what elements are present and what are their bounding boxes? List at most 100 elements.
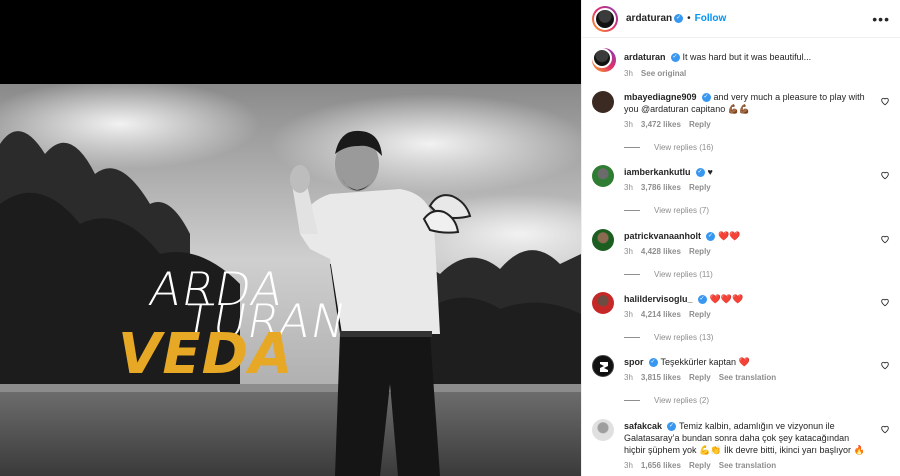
comment-meta: 3h 1,656 likes Reply See translation (624, 461, 890, 470)
comment-text: ❤️❤️ (718, 231, 741, 241)
commenter-avatar[interactable] (592, 419, 614, 441)
view-replies-label: View replies (7) (654, 206, 709, 215)
comment-item: safakcak ✓ Temiz kalbin, adamlığın ve vizy… (592, 419, 890, 470)
comment-text: Teşekkürler kaptan ❤️ (660, 357, 750, 367)
view-replies-button[interactable]: View replies (13) (624, 333, 890, 342)
avatar-image (594, 7, 616, 30)
comment-likes[interactable]: 3,815 likes (641, 373, 681, 382)
comment-item: spor ✓ Teşekkürler kaptan ❤️ 3h 3,815 like… (592, 355, 890, 405)
commenter-avatar[interactable] (592, 165, 614, 187)
comment-time: 3h (624, 310, 633, 319)
avatar-image (592, 48, 612, 68)
replies-line (624, 400, 640, 401)
see-translation-link[interactable]: See translation (719, 461, 776, 470)
comment-body: iamberkankutlu ✓ ♥ (624, 165, 890, 178)
comment-username[interactable]: mbayediagne909 (624, 92, 697, 102)
replies-line (624, 147, 640, 148)
comment-body: halildervisoglu_ ✓ ❤️❤️❤️ (624, 292, 890, 305)
comment-username[interactable]: spor (624, 357, 644, 367)
comment-username[interactable]: halildervisoglu_ (624, 294, 693, 304)
comment-body: mbayediagne909 ✓ and very much a pleasure … (624, 91, 890, 115)
verified-badge-icon: ✓ (674, 14, 684, 23)
replies-line (624, 210, 640, 211)
comment-item: halildervisoglu_ ✓ ❤️❤️❤️ 3h 4,214 likes R… (592, 292, 890, 342)
comment-text: ♥ (707, 167, 713, 177)
post-caption: ardaturan ✓ It was hard but it was beautif… (592, 48, 890, 78)
view-replies-button[interactable]: View replies (7) (624, 206, 890, 215)
commenter-avatar[interactable] (592, 292, 614, 314)
comment-meta: 3h 3,815 likes Reply See translation (624, 373, 890, 382)
verified-badge-icon: ✓ (706, 232, 716, 242)
heart-outline-icon[interactable] (880, 360, 890, 370)
comment-item: patrickvanaanholt ✓ ❤️❤️ 3h 4,428 likes Re… (592, 229, 890, 279)
comment-time: 3h (624, 247, 633, 256)
verified-badge-icon: ✓ (670, 53, 680, 63)
comment-likes[interactable]: 3,472 likes (641, 120, 681, 129)
heart-outline-icon[interactable] (880, 234, 890, 244)
reply-button[interactable]: Reply (689, 183, 711, 192)
comment-likes[interactable]: 3,786 likes (641, 183, 681, 192)
post-sidebar: ardaturan ✓ • Follow ••• ardaturan ✓ It wa… (581, 0, 900, 476)
photo-illustration (0, 84, 581, 476)
caption-avatar[interactable] (592, 48, 616, 72)
caption-body: ardaturan ✓ It was hard but it was beautif… (624, 48, 890, 63)
follow-button[interactable]: Follow (695, 13, 727, 24)
verified-badge-icon: ✓ (695, 168, 705, 178)
comments-list[interactable]: ardaturan ✓ It was hard but it was beautif… (582, 39, 900, 476)
comment-meta: 3h 4,428 likes Reply (624, 247, 890, 256)
reply-button[interactable]: Reply (689, 310, 711, 319)
author-avatar[interactable] (592, 5, 618, 32)
post-photo: ARDA TURAN VEDA (0, 84, 581, 476)
heart-outline-icon[interactable] (880, 297, 890, 307)
post-header: ardaturan ✓ • Follow ••• (582, 0, 900, 38)
comment-time: 3h (624, 373, 633, 382)
see-original-link[interactable]: See original (641, 69, 686, 78)
commenter-avatar[interactable] (592, 229, 614, 251)
more-horizontal-icon[interactable]: ••• (872, 11, 890, 27)
replies-line (624, 337, 640, 338)
author-username[interactable]: ardaturan (626, 13, 672, 24)
comment-body: spor ✓ Teşekkürler kaptan ❤️ (624, 355, 890, 368)
comment-likes[interactable]: 1,656 likes (641, 461, 681, 470)
commenter-avatar[interactable] (592, 355, 614, 377)
spor-logo-icon (600, 362, 608, 372)
heart-outline-icon[interactable] (880, 424, 890, 434)
post-media[interactable]: ARDA TURAN VEDA (0, 0, 581, 476)
comment-time: 3h (624, 183, 633, 192)
comment-meta: 3h 4,214 likes Reply (624, 310, 890, 319)
view-replies-label: View replies (13) (654, 333, 714, 342)
comment-time: 3h (624, 461, 633, 470)
verified-badge-icon: ✓ (648, 358, 658, 368)
comment-body: patrickvanaanholt ✓ ❤️❤️ (624, 229, 890, 242)
heart-outline-icon[interactable] (880, 170, 890, 180)
comment-text: ❤️❤️❤️ (709, 294, 744, 304)
view-replies-button[interactable]: View replies (2) (624, 396, 890, 405)
reply-button[interactable]: Reply (689, 461, 711, 470)
reply-button[interactable]: Reply (689, 247, 711, 256)
comment-username[interactable]: patrickvanaanholt (624, 231, 701, 241)
comment-username[interactable]: safakcak (624, 421, 662, 431)
separator-dot: • (687, 13, 691, 24)
view-replies-label: View replies (2) (654, 396, 709, 405)
view-replies-label: View replies (11) (654, 270, 713, 279)
comment-likes[interactable]: 4,428 likes (641, 247, 681, 256)
verified-badge-icon: ✓ (701, 93, 711, 103)
caption-username[interactable]: ardaturan (624, 52, 666, 62)
comment-likes[interactable]: 4,214 likes (641, 310, 681, 319)
reply-button[interactable]: Reply (689, 373, 711, 382)
comment-body: safakcak ✓ Temiz kalbin, adamlığın ve vizy… (624, 419, 890, 456)
reply-button[interactable]: Reply (689, 120, 711, 129)
comment-item: iamberkankutlu ✓ ♥ 3h 3,786 likes Reply Vi… (592, 165, 890, 215)
view-replies-button[interactable]: View replies (16) (624, 143, 890, 152)
view-replies-button[interactable]: View replies (11) (624, 270, 890, 279)
comment-meta: 3h 3,472 likes Reply (624, 120, 890, 129)
commenter-avatar[interactable] (592, 91, 614, 113)
see-translation-link[interactable]: See translation (719, 373, 776, 382)
caption-text: It was hard but it was beautiful... (682, 52, 812, 62)
comment-username[interactable]: iamberkankutlu (624, 167, 691, 177)
heart-outline-icon[interactable] (880, 96, 890, 106)
replies-line (624, 274, 640, 275)
view-replies-label: View replies (16) (654, 143, 714, 152)
comment-item: mbayediagne909 ✓ and very much a pleasure … (592, 91, 890, 152)
comment-meta: 3h 3,786 likes Reply (624, 183, 890, 192)
